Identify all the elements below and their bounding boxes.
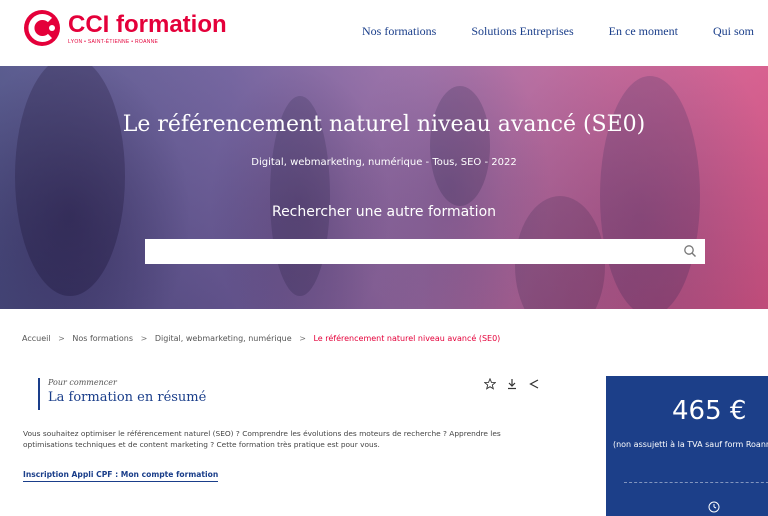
nav-item-solutions-entreprises[interactable]: Solutions Entreprises — [471, 24, 573, 39]
site-header: CCI formation LYON • SAINT-ÉTIENNE • ROA… — [0, 0, 768, 66]
price-divider — [624, 482, 768, 483]
page-subtitle: Digital, webmarketing, numérique - Tous,… — [251, 157, 517, 168]
clock-icon — [708, 501, 720, 513]
summary-description: Vous souhaitez optimiser le référencemen… — [23, 429, 501, 449]
price-value: 465 € — [672, 396, 747, 426]
logo-subtitle: LYON • SAINT-ÉTIENNE • ROANNE — [68, 38, 159, 45]
breadcrumb-item-digital[interactable]: Digital, webmarketing, numérique — [155, 334, 292, 343]
summary-actions — [484, 378, 540, 390]
page-title: Le référencement naturel niveau avancé (… — [122, 112, 646, 137]
breadcrumb-separator: > — [299, 334, 306, 343]
search-box — [145, 239, 705, 264]
nav-item-formations[interactable]: Nos formations — [362, 24, 436, 39]
breadcrumb-separator: > — [140, 334, 148, 343]
breadcrumb-item-nos-formations[interactable]: Nos formations — [72, 334, 133, 343]
search-icon[interactable] — [683, 244, 697, 258]
search-input[interactable] — [145, 239, 681, 262]
nav-item-qui-sommes-nous[interactable]: Qui som — [713, 24, 754, 39]
cpf-link[interactable]: Inscription Appli CPF : Mon compte forma… — [23, 470, 219, 482]
nav-item-en-ce-moment[interactable]: En ce moment — [609, 24, 678, 39]
logo[interactable]: CCI formation LYON • SAINT-ÉTIENNE • ROA… — [22, 8, 227, 48]
hero-banner: Le référencement naturel niveau avancé (… — [0, 66, 768, 309]
price-panel: 465 € (non assujetti à la TVA sauf form … — [606, 376, 768, 516]
breadcrumb-item-accueil[interactable]: Accueil — [22, 334, 51, 343]
share-icon[interactable] — [528, 378, 540, 390]
summary-title: La formation en résumé — [48, 390, 207, 405]
breadcrumb: Accueil > Nos formations > Digital, webm… — [22, 334, 500, 343]
download-icon[interactable] — [506, 378, 518, 390]
logo-title: CCI formation — [68, 10, 227, 38]
summary-kicker: Pour commencer — [48, 378, 117, 387]
breadcrumb-current: Le référencement naturel niveau avancé (… — [313, 334, 501, 343]
breadcrumb-separator: > — [58, 334, 65, 343]
section-accent-bar — [38, 378, 40, 410]
star-icon[interactable] — [484, 378, 496, 390]
search-label: Rechercher une autre formation — [271, 204, 497, 220]
price-note: (non assujetti à la TVA sauf form Roanne… — [612, 440, 768, 449]
cci-logo-icon — [24, 10, 60, 46]
main-nav: Nos formations Solutions Entreprises En … — [362, 24, 768, 39]
